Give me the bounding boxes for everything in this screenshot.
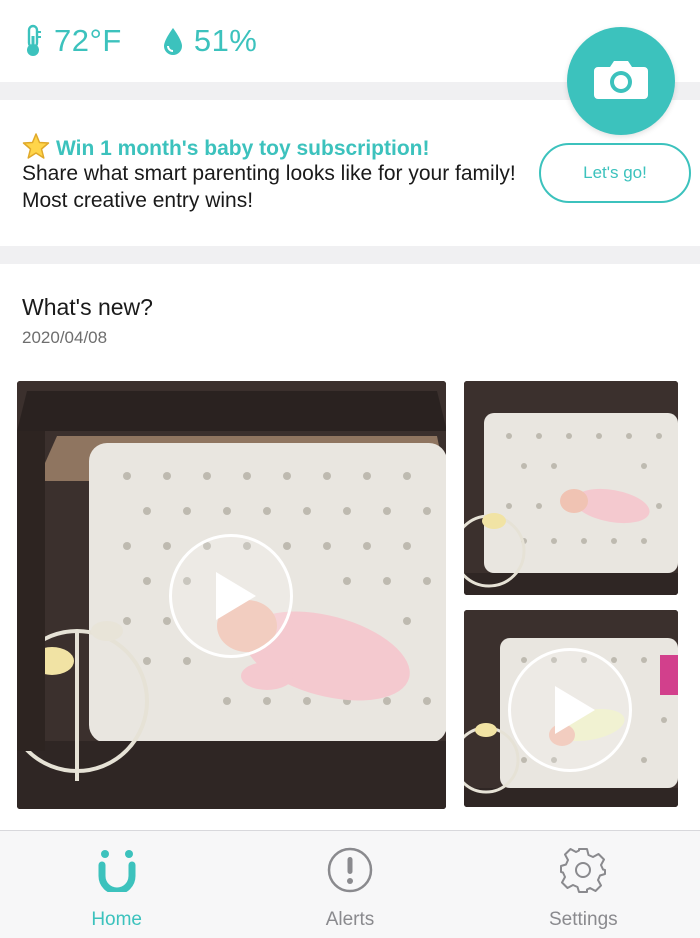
video-thumbnail-secondary[interactable] bbox=[464, 381, 678, 595]
video-thumbnail-tertiary[interactable] bbox=[464, 610, 678, 807]
alert-icon bbox=[325, 845, 375, 895]
promo-title: Win 1 month's baby toy subscription! bbox=[56, 136, 430, 160]
gear-icon bbox=[558, 845, 608, 895]
bottom-tab-bar: Home Alerts Settings bbox=[0, 830, 700, 938]
tab-home[interactable]: Home bbox=[0, 831, 233, 938]
home-screen: 72°F 51% Win 1 month's baby toy subscrip… bbox=[0, 0, 700, 938]
camera-icon bbox=[592, 57, 650, 106]
whats-new-date: 2020/04/08 bbox=[22, 328, 108, 347]
tab-settings[interactable]: Settings bbox=[467, 831, 700, 938]
water-drop-icon bbox=[162, 24, 184, 58]
section-divider bbox=[0, 246, 700, 264]
temperature-value: 72°F bbox=[54, 23, 122, 58]
play-icon[interactable] bbox=[169, 534, 293, 658]
tab-alerts[interactable]: Alerts bbox=[233, 831, 466, 938]
whats-new-title: What's new? bbox=[22, 294, 153, 320]
tab-alerts-label: Alerts bbox=[325, 909, 375, 930]
thermometer-icon bbox=[22, 24, 44, 58]
video-thumbnail-main[interactable] bbox=[17, 381, 446, 809]
crib-image bbox=[464, 381, 678, 595]
humidity-value: 51% bbox=[193, 23, 258, 58]
lets-go-button[interactable]: Let's go! bbox=[539, 143, 691, 203]
humidity-readout: 51% bbox=[162, 23, 258, 59]
camera-button[interactable] bbox=[567, 27, 675, 135]
temperature-readout: 72°F bbox=[22, 23, 122, 59]
play-icon[interactable] bbox=[508, 648, 632, 772]
tab-settings-label: Settings bbox=[548, 909, 618, 930]
promo-description: Share what smart parenting looks like fo… bbox=[22, 162, 516, 212]
home-icon bbox=[92, 845, 142, 895]
tab-home-label: Home bbox=[91, 909, 142, 930]
